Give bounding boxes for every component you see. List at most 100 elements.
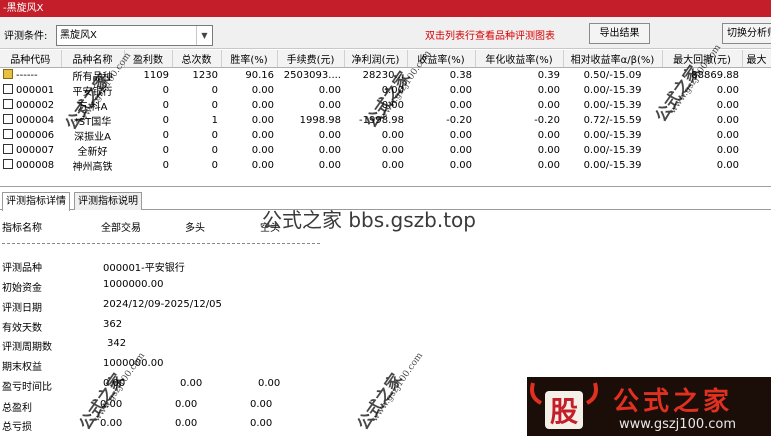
cell-text: 0.00 <box>381 129 404 141</box>
row-checkbox[interactable] <box>3 159 13 169</box>
row-checkbox[interactable] <box>3 84 13 94</box>
row-checkbox[interactable] <box>3 144 13 154</box>
table-cell: 0.00 <box>221 83 277 98</box>
column-header[interactable]: 总次数 <box>172 50 222 68</box>
metric-short: 0.00 <box>250 399 273 410</box>
separator-line <box>2 243 320 244</box>
column-header[interactable]: 相对收益率α/β(%) <box>563 50 663 68</box>
table-cell: 0.00 <box>277 128 344 143</box>
date-label: 评测日期 <box>2 303 42 314</box>
row-checkbox[interactable] <box>3 99 13 109</box>
export-button[interactable]: 导出结果 <box>589 23 650 44</box>
table-cell: 0.00/-15.39 <box>563 83 662 98</box>
cell-text: 0 <box>162 114 169 126</box>
logo-text: 公式之家 <box>613 387 734 417</box>
cell-text: 0.00 <box>716 144 739 156</box>
cell-text: 0.00 <box>318 159 341 171</box>
table-cell: 0.00 <box>475 158 563 173</box>
metric-long: 0.00 <box>175 399 198 410</box>
table-cell: 0.00 <box>221 98 277 113</box>
cell-text: 0.00 <box>537 129 560 141</box>
table-row[interactable]: 000008 神州高铁 0 0 0.00 0.00 0.00 0.00 0.00 0.00/-15… <box>0 158 771 173</box>
table-cell: 000006 <box>0 128 61 143</box>
table-cell: 0.00 <box>277 98 344 113</box>
table-cell: 0 <box>172 143 221 158</box>
tab-detail[interactable]: 评测指标详情 <box>2 192 70 211</box>
table-cell: 2503093.... <box>277 67 344 83</box>
table-cell: 0.00 <box>221 113 277 128</box>
metric-short: 0.00 <box>250 418 273 429</box>
table-cell <box>742 67 771 83</box>
table-cell: 0.00 <box>277 83 344 98</box>
column-header[interactable]: 品种代码 <box>0 50 62 68</box>
folder-icon[interactable] <box>3 69 13 79</box>
cell-text: 0 <box>162 129 169 141</box>
cell-text: 000002 <box>16 100 55 111</box>
table-cell: 0 <box>124 143 172 158</box>
cell-text: 1998.98 <box>299 114 341 126</box>
row-checkbox[interactable] <box>3 114 13 124</box>
cell-text: 0 <box>211 84 218 96</box>
equity-label: 期末权益 <box>2 362 42 373</box>
metric-long: 0.00 <box>180 378 203 389</box>
table-cell: 0.39 <box>475 67 563 83</box>
column-header[interactable]: 胜率(%) <box>221 50 278 68</box>
cell-text: 000008 <box>16 160 55 171</box>
cell-text: 全新好 <box>77 146 108 158</box>
toolbar: 评测条件: 黑旋风X ▼ 双击列表行查看品种评测图表 导出结果 切换分析师 <box>0 17 771 49</box>
table-cell <box>742 143 771 158</box>
cell-text: 0.00 <box>449 144 472 156</box>
site-logo: 股 公式之家 www.gszj100.com <box>527 377 771 436</box>
table-cell: -0.20 <box>475 113 563 128</box>
cell-text: 0.00 <box>449 159 472 171</box>
table-cell: 0 <box>172 83 221 98</box>
cell-text: 2503093.... <box>283 69 341 81</box>
days-label: 有效天数 <box>2 323 42 334</box>
criteria-select[interactable]: 黑旋风X ▼ <box>56 25 213 46</box>
table-cell: 000007 <box>0 143 61 158</box>
table-row[interactable]: 000006 深振业A 0 0 0.00 0.00 0.00 0.00 0.00 0.00/-15… <box>0 128 771 143</box>
column-header[interactable]: 手续费(元) <box>277 50 345 68</box>
header-long: 多头 <box>185 223 205 234</box>
cell-text: 0.00/-15.39 <box>583 84 642 96</box>
table-cell: 0.00 <box>407 128 475 143</box>
cell-text: 0 <box>211 159 218 171</box>
cell-text: 0.00 <box>381 159 404 171</box>
metric-label: 盈亏时间比 <box>2 382 52 393</box>
date-value: 2024/12/09-2025/12/05 <box>103 299 222 310</box>
tab-explain[interactable]: 评测指标说明 <box>74 192 142 210</box>
cell-text: 0.00 <box>318 144 341 156</box>
table-cell: 0.00/-15.39 <box>563 158 662 173</box>
cell-text: 0.00 <box>251 144 274 156</box>
table-row[interactable]: 000007 全新好 0 0 0.00 0.00 0.00 0.00 0.00 0.00/-15.… <box>0 143 771 158</box>
cell-text: 000001 <box>16 85 55 96</box>
table-cell: 深振业A <box>61 128 124 143</box>
column-header[interactable]: 最大 <box>742 50 771 68</box>
cell-text: 0.00 <box>716 99 739 111</box>
column-header[interactable]: 年化收益率(%) <box>475 50 564 68</box>
symbol-value: 000001-平安银行 <box>103 263 185 274</box>
column-header[interactable]: 净利润(元) <box>344 50 408 68</box>
table-cell: 0 <box>124 113 172 128</box>
table-cell: 0.00 <box>277 143 344 158</box>
cell-text: 000004 <box>16 115 55 126</box>
bull-logo-icon: 股 <box>527 377 601 436</box>
table-cell: ------ <box>0 67 61 83</box>
table-cell: 0.00/-15.39 <box>563 128 662 143</box>
table-cell: 0.00/-15.39 <box>563 98 662 113</box>
row-checkbox[interactable] <box>3 129 13 139</box>
table-cell: 0 <box>124 158 172 173</box>
metric-short: 0.00 <box>258 378 281 389</box>
chevron-down-icon[interactable]: ▼ <box>196 26 212 45</box>
cell-text: 0 <box>211 144 218 156</box>
cell-text: 0.00 <box>537 144 560 156</box>
table-cell: 000002 <box>0 98 61 113</box>
window-title-bar: -黑旋风X <box>0 0 771 17</box>
switch-analyst-button[interactable]: 切换分析师 <box>722 23 771 44</box>
table-cell: 0.00 <box>221 128 277 143</box>
table-cell <box>742 128 771 143</box>
table-cell: 0.00 <box>221 143 277 158</box>
table-cell: 0 <box>172 128 221 143</box>
table-cell: 000001 <box>0 83 61 98</box>
site-watermark: 公式之家 bbs.gszb.top <box>262 208 476 232</box>
